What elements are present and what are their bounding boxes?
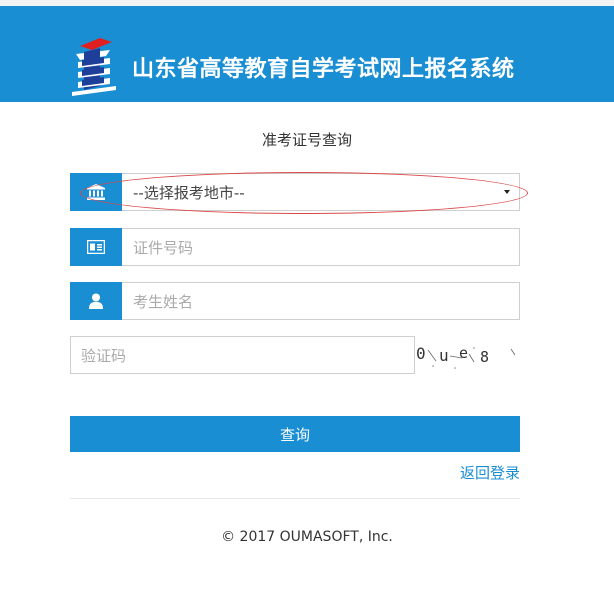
name-group: 考生姓名 — [70, 282, 520, 320]
id-card-icon — [87, 240, 105, 254]
user-icon — [89, 293, 103, 309]
id-number-placeholder: 证件号码 — [133, 238, 194, 257]
svg-text:e: e — [459, 344, 468, 362]
city-select-value: --选择报考地市-- — [133, 183, 245, 202]
name-addon — [70, 282, 122, 320]
footer-copyright: © 2017 OUMASOFT, Inc. — [221, 529, 393, 545]
id-number-group: 证件号码 — [70, 228, 520, 266]
name-placeholder: 考生姓名 — [133, 292, 194, 311]
name-input[interactable]: 考生姓名 — [122, 282, 520, 320]
city-select[interactable]: --选择报考地市-- — [122, 173, 520, 211]
back-to-login-link[interactable]: 返回登录 — [455, 462, 520, 483]
site-title: 山东省高等教育自学考试网上报名系统 — [132, 57, 515, 82]
chevron-down-icon — [504, 190, 510, 194]
captcha-image[interactable]: 0 u e 8 — [414, 336, 520, 374]
svg-text:0: 0 — [416, 344, 426, 363]
id-number-input[interactable]: 证件号码 — [122, 228, 520, 266]
submit-button[interactable]: 查询 — [70, 416, 520, 452]
id-addon — [70, 228, 122, 266]
city-select-group: --选择报考地市-- — [70, 173, 520, 211]
captcha-input[interactable]: 验证码 — [70, 336, 415, 374]
bank-icon — [87, 184, 105, 200]
city-addon — [70, 173, 122, 211]
page-title: 准考证号查询 — [261, 131, 352, 149]
divider — [70, 498, 520, 499]
exam-system-logo-icon — [72, 38, 116, 96]
svg-text:8: 8 — [480, 348, 489, 366]
header-banner: 山东省高等教育自学考试网上报名系统 — [0, 6, 614, 102]
captcha-placeholder: 验证码 — [81, 346, 127, 365]
svg-text:u: u — [439, 346, 449, 365]
